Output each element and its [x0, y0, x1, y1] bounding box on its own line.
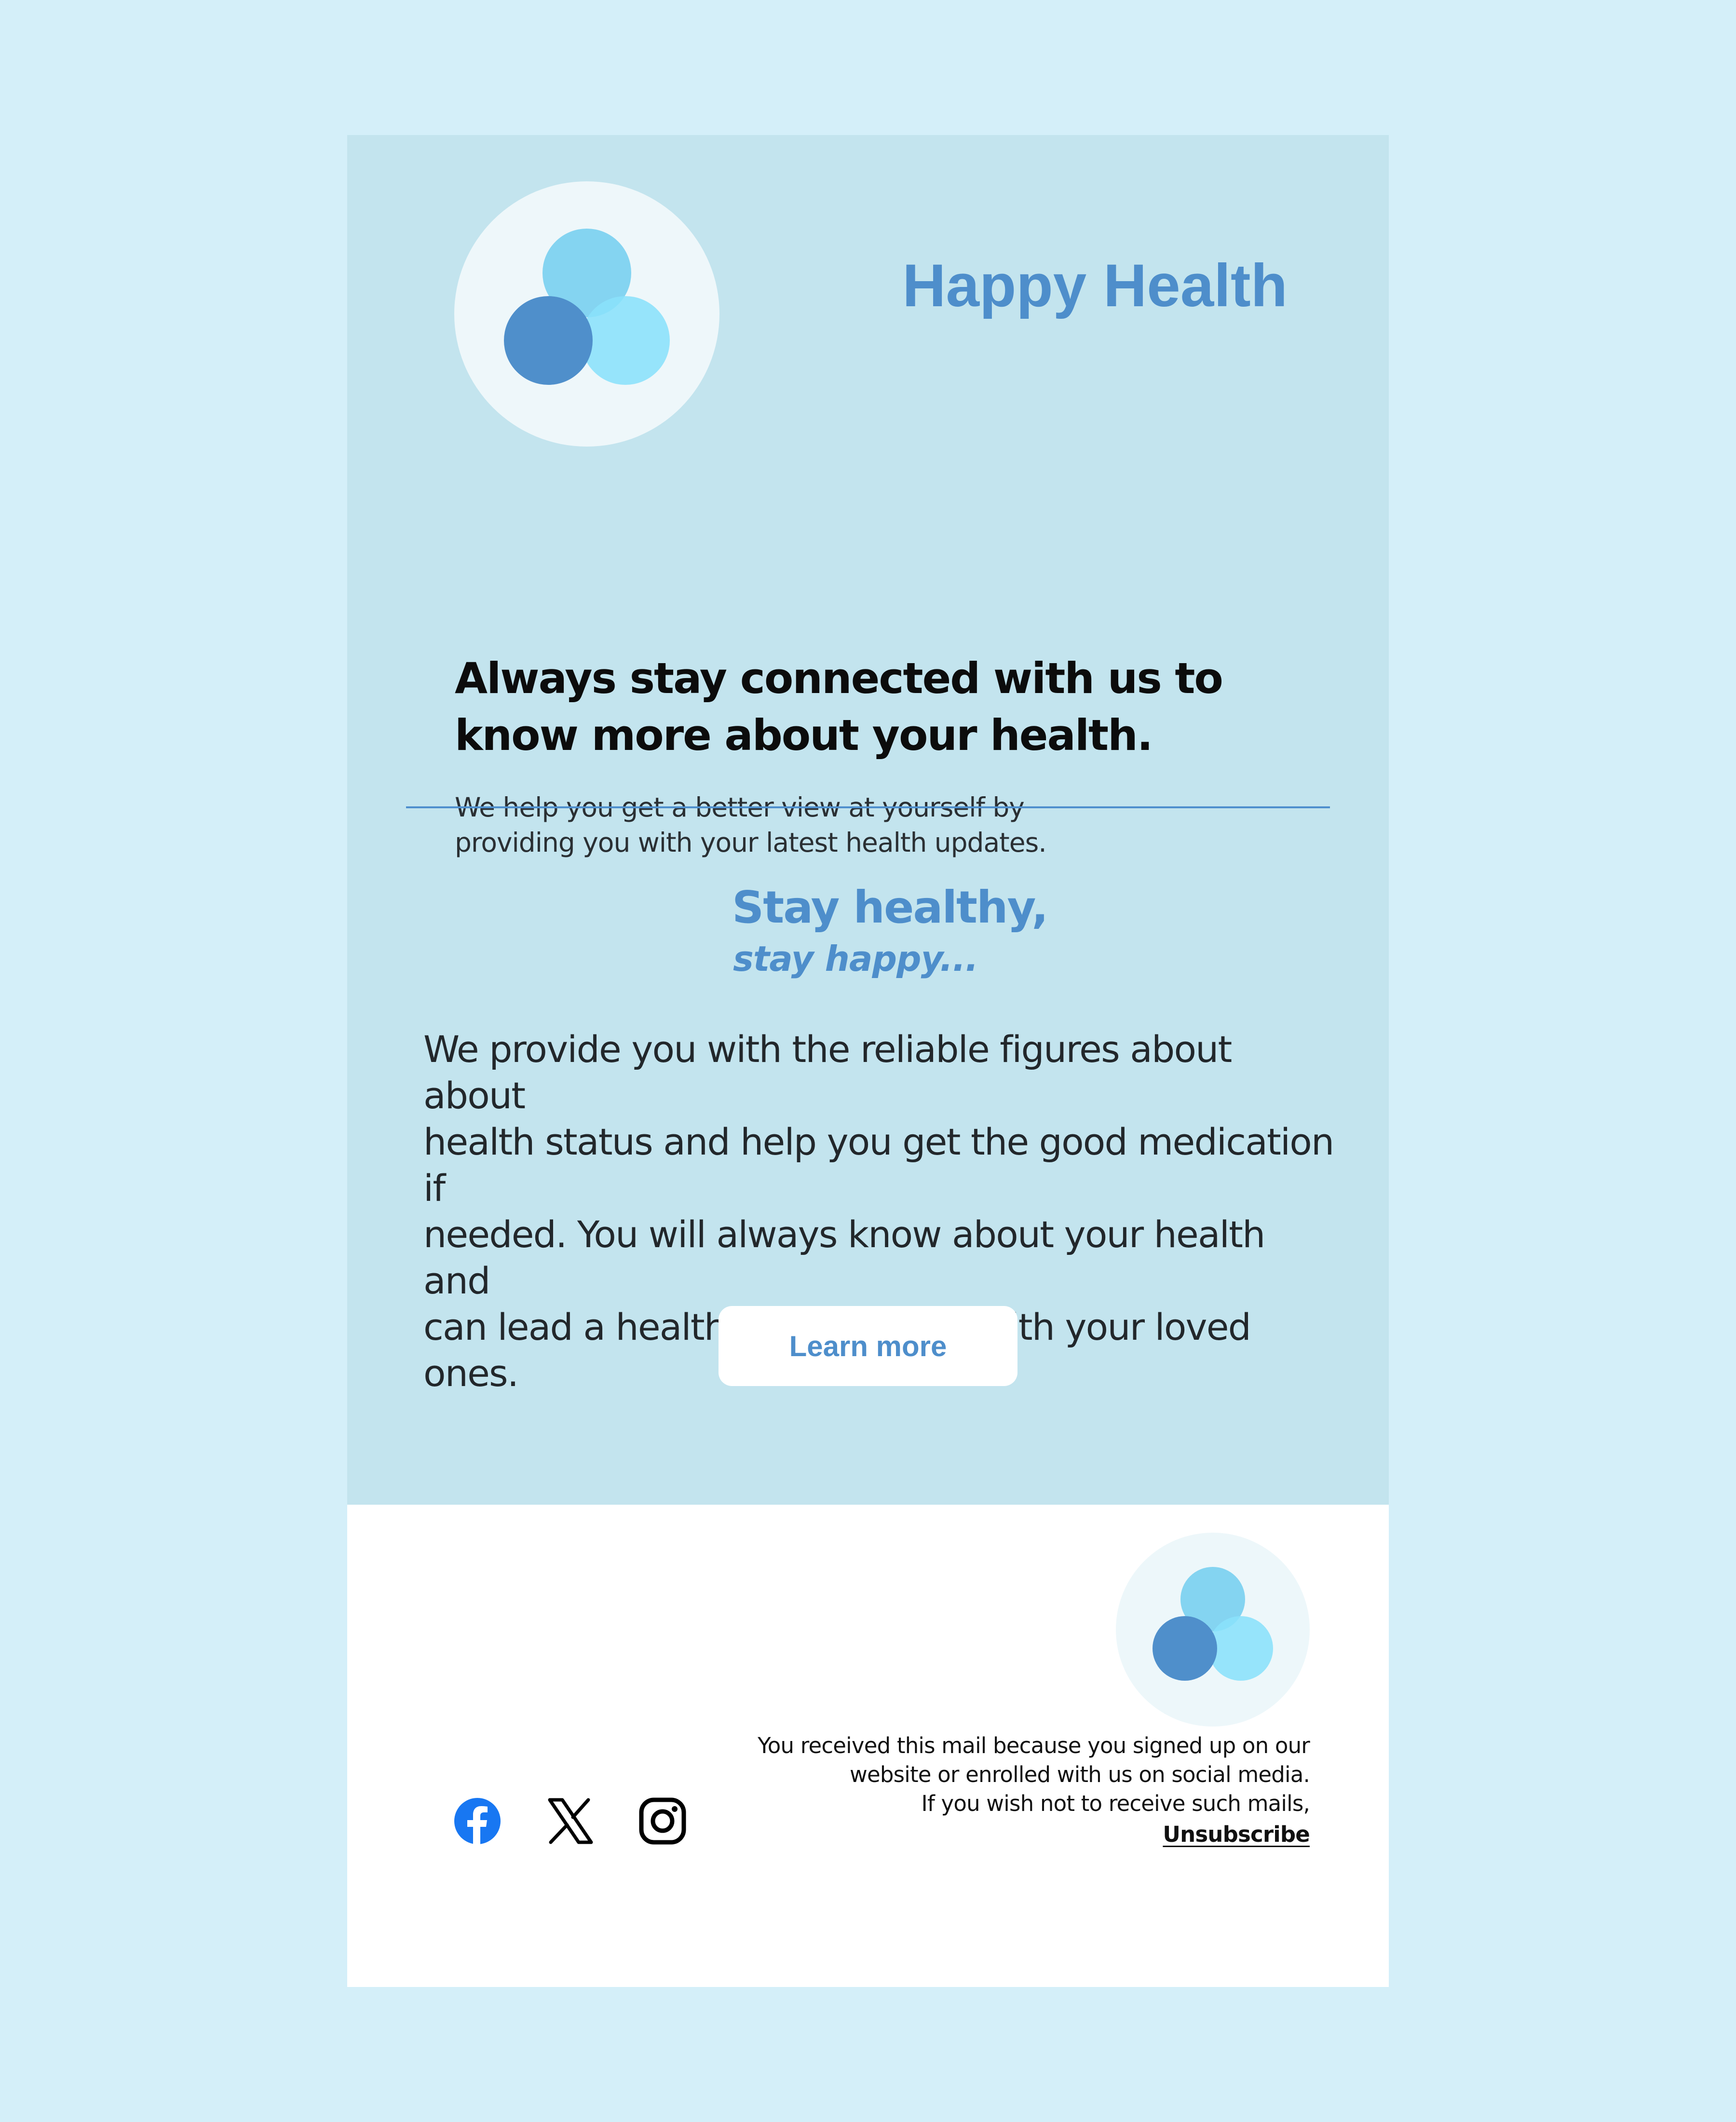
x-icon[interactable] [546, 1797, 594, 1845]
headline: Always stay connected with us to know mo… [455, 650, 1226, 764]
notice-line-1: You received this mail because you signe… [758, 1733, 1310, 1758]
footer-three-circles-logo-icon [1116, 1533, 1310, 1727]
notice-line-2: website or enrolled with us on social me… [849, 1762, 1310, 1787]
hero-subtext: We help you get a better view at yoursel… [455, 790, 1130, 860]
three-circles-logo-icon [454, 181, 719, 447]
footer-section: You received this mail because you signe… [347, 1505, 1389, 1987]
body-line-3: needed. You will always know about your … [423, 1213, 1265, 1302]
body-line-2: health status and help you get the good … [423, 1120, 1334, 1210]
notice-line-3: If you wish not to receive such mails, [921, 1791, 1310, 1816]
headline-line-1: Always stay connected with us to [455, 653, 1223, 703]
headline-line-2: know more about your health. [455, 710, 1153, 760]
learn-more-button[interactable]: Learn more [719, 1306, 1017, 1386]
tagline-secondary: stay happy... [733, 939, 978, 979]
email-card: Happy Health Always stay connected with … [347, 135, 1389, 1987]
body-line-1: We provide you with the reliable figures… [423, 1028, 1232, 1117]
facebook-icon[interactable] [453, 1797, 502, 1845]
section-divider [406, 806, 1330, 808]
tagline-primary: Stay healthy, [732, 882, 1048, 933]
hero-section: Happy Health Always stay connected with … [347, 135, 1389, 1505]
subtext-line-2: providing you with your latest health up… [455, 827, 1047, 858]
unsubscribe-link[interactable]: Unsubscribe [1163, 1820, 1310, 1849]
brand-name: Happy Health [902, 252, 1288, 319]
footer-notice: You received this mail because you signe… [731, 1731, 1310, 1849]
instagram-icon[interactable] [638, 1797, 687, 1845]
